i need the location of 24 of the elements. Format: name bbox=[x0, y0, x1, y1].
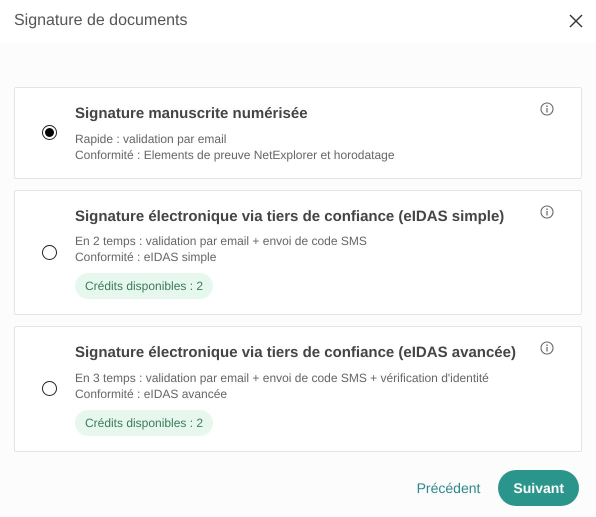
dialog-title: Signature de documents bbox=[14, 11, 188, 31]
option-description: Conformité : Elements de preuve NetExplorer et horodatage bbox=[75, 146, 395, 162]
option-card[interactable]: Signature électronique via tiers de confiance (eIDAS avancée) En 3 temps : validation par email + envoi de code SMS + vérification d'identité Conformité : eIDAS avancée Crédits disponibles : 2 bbox=[14, 326, 582, 452]
credits-badge: Crédits disponibles : 2 bbox=[75, 273, 214, 299]
option-description: En 2 temps : validation par email + envoi de code SMS bbox=[75, 233, 368, 249]
next-button[interactable]: Suivant bbox=[498, 470, 579, 506]
option-title: Signature électronique via tiers de confiance (eIDAS avancée) bbox=[75, 343, 516, 363]
option-description: Rapide : validation par email bbox=[75, 130, 228, 146]
option-title: Signature électronique via tiers de confiance (eIDAS simple) bbox=[75, 206, 504, 226]
radio-button[interactable] bbox=[42, 381, 57, 396]
option-description: Conformité : eIDAS simple bbox=[75, 249, 218, 265]
close-icon[interactable] bbox=[568, 13, 584, 29]
option-title: Signature manuscrite numérisée bbox=[75, 104, 309, 124]
option-description: Conformité : eIDAS avancée bbox=[75, 386, 228, 402]
option-description: En 3 temps : validation par email + envoi de code SMS + vérification d'identité bbox=[75, 370, 490, 386]
radio-button[interactable] bbox=[42, 125, 57, 140]
radio-button[interactable] bbox=[42, 244, 57, 260]
info-icon[interactable] bbox=[540, 341, 554, 355]
previous-button[interactable]: Précédent bbox=[414, 470, 482, 506]
option-card[interactable]: Signature manuscrite numérisée Rapide : validation par email Conformité : Elements de preuve NetExplorer et horodatage bbox=[14, 87, 582, 178]
info-icon[interactable] bbox=[540, 102, 554, 116]
credits-badge: Crédits disponibles : 2 bbox=[75, 410, 214, 436]
info-icon[interactable] bbox=[540, 204, 554, 218]
option-card[interactable]: Signature électronique via tiers de confiance (eIDAS simple) En 2 temps : validation par email + envoi de code SMS Conformité : eIDAS simple Crédits disponibles : 2 bbox=[14, 190, 582, 315]
